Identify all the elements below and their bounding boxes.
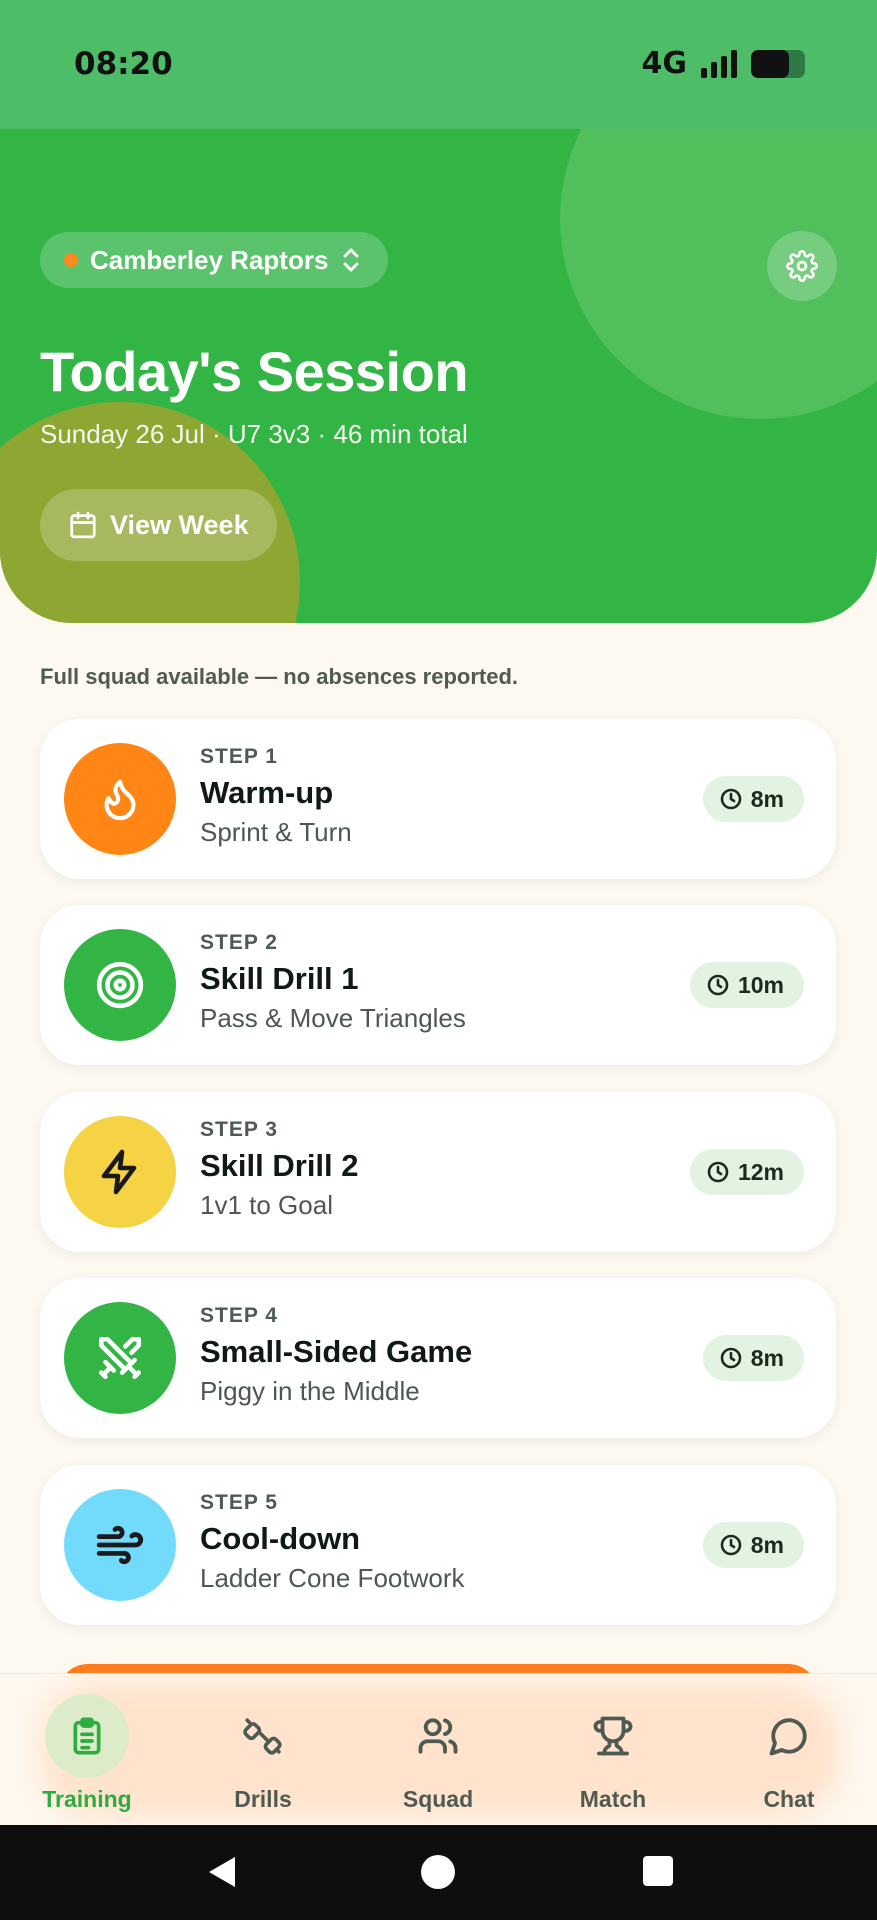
step-drill-name: Sprint & Turn [200,817,352,847]
duration-badge: 10m [689,962,804,1008]
clipboard-icon [73,1717,101,1755]
step-drill-name: Ladder Cone Footwork [200,1563,465,1593]
step-icon-badge [64,1302,176,1414]
clock-icon [707,1161,729,1183]
step-title: Skill Drill 2 [200,1148,359,1183]
nav-item-drills[interactable]: Drills [188,1694,338,1824]
session-step-card[interactable]: STEP 1 Warm-up Sprint & Turn 8m [40,719,836,879]
step-icon-badge [64,1489,176,1601]
duration-badge: 8m [702,1335,804,1381]
recent-apps-icon[interactable] [643,1856,673,1886]
session-step-card[interactable]: STEP 4 Small-Sided Game Piggy in the Mid… [40,1278,836,1438]
step-number: STEP 3 [200,1118,278,1141]
wind-icon [96,1525,144,1565]
nav-icon-wrap [221,1694,305,1778]
duration-badge: 12m [689,1149,804,1195]
step-title: Small-Sided Game [200,1334,473,1369]
step-number: STEP 1 [200,745,278,768]
step-icon-badge [64,743,176,855]
status-time: 08:20 [74,46,173,82]
users-icon [418,1718,458,1754]
nav-item-match[interactable]: Match [538,1694,688,1824]
step-drill-name: Pass & Move Triangles [200,1003,466,1033]
system-navigation-bar [0,1825,877,1920]
nav-label: Drills [234,1786,292,1812]
clock-icon [720,788,742,810]
nav-icon-wrap [571,1694,655,1778]
team-selector[interactable]: Camberley Raptors [40,232,389,288]
team-name: Camberley Raptors [90,244,329,275]
network-type: 4G [641,46,688,81]
step-drill-name: 1v1 to Goal [200,1190,333,1220]
battery-icon [751,49,805,78]
target-icon [96,961,144,1009]
flame-icon [104,779,136,821]
dumbbell-icon [243,1718,282,1755]
gear-icon [786,250,818,282]
bottom-navigation: Training Drills Squad Match Chat [0,1673,877,1825]
step-title: Warm-up [200,775,334,810]
step-drill-name: Piggy in the Middle [200,1376,420,1406]
session-step-card[interactable]: STEP 5 Cool-down Ladder Cone Footwork 8m [40,1465,836,1625]
step-number: STEP 2 [200,931,278,954]
page-title: Today's Session [40,340,469,403]
chevron-up-down-icon [343,248,359,272]
step-title: Cool-down [200,1521,361,1556]
nav-label: Chat [763,1786,815,1812]
settings-button[interactable] [767,231,837,301]
duration-value: 12m [737,1158,784,1185]
step-title: Skill Drill 1 [200,961,359,996]
clock-icon [720,1347,742,1369]
nav-item-squad[interactable]: Squad [363,1694,513,1824]
nav-icon-wrap [45,1694,129,1778]
nav-label: Squad [402,1786,474,1812]
squad-notice: Full squad available — no absences repor… [40,664,519,689]
step-icon-badge [64,929,176,1041]
session-subtitle: Sunday 26 Jul · U7 3v3 · 46 min total [40,419,468,449]
clock-icon [720,1534,742,1556]
trophy-icon [593,1716,633,1756]
nav-item-training[interactable]: Training [12,1694,162,1824]
nav-icon-wrap [747,1694,831,1778]
step-icon-badge [64,1116,176,1228]
view-week-button[interactable]: View Week [40,489,277,561]
calendar-icon [70,511,96,539]
view-week-label: View Week [110,509,249,540]
nav-item-chat[interactable]: Chat [714,1694,864,1824]
session-hero: Camberley Raptors Today's Session Sunday… [0,129,877,623]
nav-label: Training [42,1786,132,1812]
signal-icon [701,49,737,78]
step-number: STEP 5 [200,1491,278,1514]
clock-icon [707,974,729,996]
session-step-card[interactable]: STEP 3 Skill Drill 2 1v1 to Goal 12m [40,1092,836,1252]
swords-icon [98,1336,142,1380]
duration-value: 8m [750,1344,784,1371]
step-number: STEP 4 [200,1304,278,1327]
duration-value: 10m [737,971,784,998]
nav-label: Match [579,1786,647,1812]
nav-icon-wrap [396,1694,480,1778]
duration-value: 8m [750,785,784,812]
back-icon[interactable] [205,1855,239,1889]
status-bar: 08:20 4G [0,0,877,129]
duration-badge: 8m [702,776,804,822]
status-indicators: 4G [641,46,805,81]
chat-icon [769,1718,807,1756]
session-step-card[interactable]: STEP 2 Skill Drill 1 Pass & Move Triangl… [40,905,836,1065]
duration-value: 8m [750,1531,784,1558]
duration-badge: 8m [702,1522,804,1568]
home-icon[interactable] [421,1855,455,1889]
team-status-dot [64,253,78,267]
lightning-icon [101,1149,137,1195]
